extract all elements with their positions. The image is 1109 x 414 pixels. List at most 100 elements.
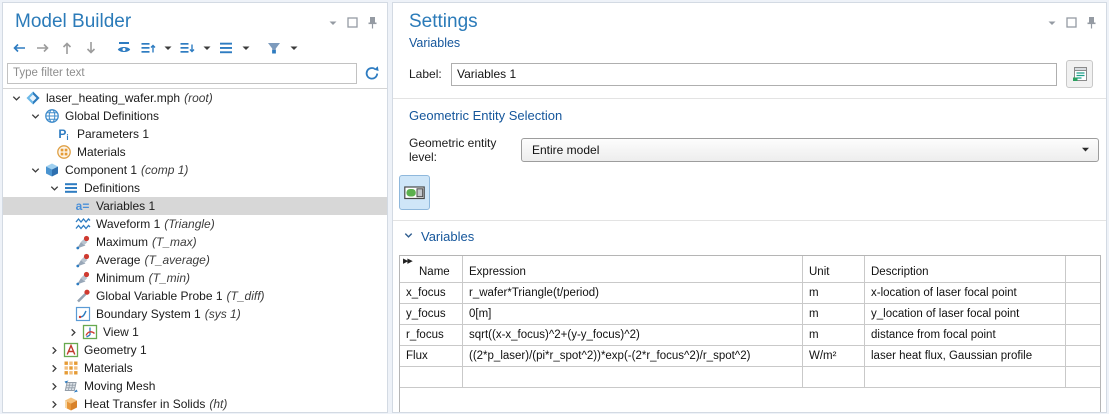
settings-subtitle[interactable]: Variables xyxy=(409,36,1106,50)
chevron-down-icon[interactable] xyxy=(326,16,339,29)
cell-name[interactable]: x_focus xyxy=(400,283,463,304)
expand-all-menu-icon[interactable] xyxy=(201,38,212,58)
cell-unit[interactable]: m xyxy=(803,304,865,325)
column-header-description[interactable]: Description xyxy=(865,256,1066,283)
cell-name[interactable]: y_focus xyxy=(400,304,463,325)
tree-item-label: Global Definitions xyxy=(65,109,159,123)
filter-input[interactable] xyxy=(7,63,357,84)
cell-expression[interactable]: 0[m] xyxy=(463,304,803,325)
tree-item-suffix: (root) xyxy=(184,91,213,105)
cell-name[interactable] xyxy=(400,367,463,388)
tree-item-global-variable-probe-1[interactable]: Global Variable Probe 1 (T_diff) xyxy=(3,287,387,305)
filter-icon[interactable] xyxy=(264,38,284,58)
tree-item-moving-mesh[interactable]: Moving Mesh xyxy=(3,377,387,395)
active-toggle-button[interactable] xyxy=(399,175,430,210)
collapse-all-icon[interactable] xyxy=(138,38,158,58)
section-variables[interactable]: Variables xyxy=(403,229,1106,244)
cell-name[interactable]: r_focus xyxy=(400,325,463,346)
cell-description[interactable]: y_location of laser focal point xyxy=(865,304,1066,325)
go-to-node-menu-icon[interactable] xyxy=(240,38,251,58)
chevron-collapsed-icon[interactable] xyxy=(47,343,62,357)
column-header-name[interactable]: ▶▶Name xyxy=(400,256,463,283)
column-header-expression[interactable]: Expression xyxy=(463,256,803,283)
chevron-collapsed-icon[interactable] xyxy=(47,379,62,393)
geometric-entity-level-select[interactable]: Entire model xyxy=(521,138,1099,162)
table-header-row: ▶▶Name Expression Unit Description xyxy=(400,256,1100,283)
tree-item-global-definitions[interactable]: Global Definitions xyxy=(3,107,387,125)
tree-item-definitions[interactable]: Definitions xyxy=(3,179,387,197)
selected-value: Entire model xyxy=(532,143,1081,157)
tree-item-maximum[interactable]: Maximum (T_max) xyxy=(3,233,387,251)
tree-item-parameters-1[interactable]: Pi Parameters 1 xyxy=(3,125,387,143)
cell-unit[interactable] xyxy=(803,367,865,388)
tree-item-average[interactable]: Average (T_average) xyxy=(3,251,387,269)
filter-menu-icon[interactable] xyxy=(288,38,299,58)
show-icon[interactable] xyxy=(114,38,134,58)
chevron-collapsed-icon[interactable] xyxy=(66,325,81,339)
tree-item-geometry-1[interactable]: Geometry 1 xyxy=(3,341,387,359)
maximum-probe-icon xyxy=(74,234,91,250)
chevron-collapsed-icon[interactable] xyxy=(47,361,62,375)
tree-item-component-1[interactable]: Component 1 (comp 1) xyxy=(3,161,387,179)
tree-item-minimum[interactable]: Minimum (T_min) xyxy=(3,269,387,287)
table-row[interactable]: x_focus r_wafer*Triangle(t/period) m x-l… xyxy=(400,283,1100,304)
tree-item-heat-transfer-in-solids[interactable]: Heat Transfer in Solids (ht) xyxy=(3,395,387,413)
tree-item-view-1[interactable]: View 1 xyxy=(3,323,387,341)
forward-icon[interactable] xyxy=(33,38,53,58)
cell-expression[interactable] xyxy=(463,367,803,388)
chevron-collapsed-icon[interactable] xyxy=(47,397,62,411)
collapse-all-menu-icon[interactable] xyxy=(162,38,173,58)
label-row: Label: xyxy=(409,60,1098,88)
tree-item-waveform-1[interactable]: Waveform 1 (Triangle) xyxy=(3,215,387,233)
tree-item-label: Boundary System 1 xyxy=(96,307,201,321)
pin-icon[interactable] xyxy=(1085,16,1098,29)
label-input[interactable] xyxy=(451,63,1057,86)
cell-expression[interactable]: ((2*p_laser)/(pi*r_spot^2))*exp(-(2*r_fo… xyxy=(463,346,803,367)
tree-item-label: Component 1 xyxy=(65,163,137,177)
pin-icon[interactable] xyxy=(366,16,379,29)
tree-item-suffix: (sys 1) xyxy=(205,307,241,321)
move-up-icon[interactable] xyxy=(57,38,77,58)
cell-expression[interactable]: sqrt((x-x_focus)^2+(y-y_focus)^2) xyxy=(463,325,803,346)
cell-expression[interactable]: r_wafer*Triangle(t/period) xyxy=(463,283,803,304)
tree-item-label: Definitions xyxy=(84,181,140,195)
move-down-icon[interactable] xyxy=(81,38,101,58)
back-icon[interactable] xyxy=(9,38,29,58)
chevron-expanded-icon[interactable] xyxy=(28,109,43,123)
expand-all-icon[interactable] xyxy=(177,38,197,58)
tree-item-label: View 1 xyxy=(103,325,139,339)
tree-item-boundary-system-1[interactable]: Boundary System 1 (sys 1) xyxy=(3,305,387,323)
create-parameter-button[interactable] xyxy=(1066,60,1093,88)
view-icon xyxy=(81,324,98,340)
tree-item-suffix: (T_average) xyxy=(144,253,209,267)
refresh-icon[interactable] xyxy=(361,62,383,84)
float-window-icon[interactable] xyxy=(346,16,359,29)
cell-description[interactable]: distance from focal point xyxy=(865,325,1066,346)
table-row-empty[interactable] xyxy=(400,367,1100,388)
table-row[interactable]: y_focus 0[m] m y_location of laser focal… xyxy=(400,304,1100,325)
cell-unit[interactable]: W/m² xyxy=(803,346,865,367)
tree-item-variables-1[interactable]: a= Variables 1 xyxy=(3,197,387,215)
tree-item-label: Average xyxy=(96,253,140,267)
tree-item-materials-global[interactable]: Materials xyxy=(3,143,387,161)
cell-name[interactable]: Flux xyxy=(400,346,463,367)
cell-unit[interactable]: m xyxy=(803,283,865,304)
chevron-expanded-icon[interactable] xyxy=(9,91,24,105)
global-variable-probe-icon xyxy=(74,288,91,304)
chevron-expanded-icon[interactable] xyxy=(47,181,62,195)
cell-description[interactable]: laser heat flux, Gaussian profile xyxy=(865,346,1066,367)
go-to-node-icon[interactable] xyxy=(216,38,236,58)
chevron-expanded-icon[interactable] xyxy=(28,163,43,177)
cell-description[interactable]: x-location of laser focal point xyxy=(865,283,1066,304)
table-row[interactable]: r_focus sqrt((x-x_focus)^2+(y-y_focus)^2… xyxy=(400,325,1100,346)
column-header-unit[interactable]: Unit xyxy=(803,256,865,283)
table-row[interactable]: Flux ((2*p_laser)/(pi*r_spot^2))*exp(-(2… xyxy=(400,346,1100,367)
tree-item-suffix: (ht) xyxy=(209,397,227,411)
tree-item-materials[interactable]: Materials xyxy=(3,359,387,377)
tree-item-laser-heating-wafer[interactable]: laser_heating_wafer.mph (root) xyxy=(3,89,387,107)
chevron-down-icon[interactable] xyxy=(1045,16,1058,29)
float-window-icon[interactable] xyxy=(1065,16,1078,29)
cell-description[interactable] xyxy=(865,367,1066,388)
cell-blank xyxy=(1066,367,1100,388)
cell-unit[interactable]: m xyxy=(803,325,865,346)
